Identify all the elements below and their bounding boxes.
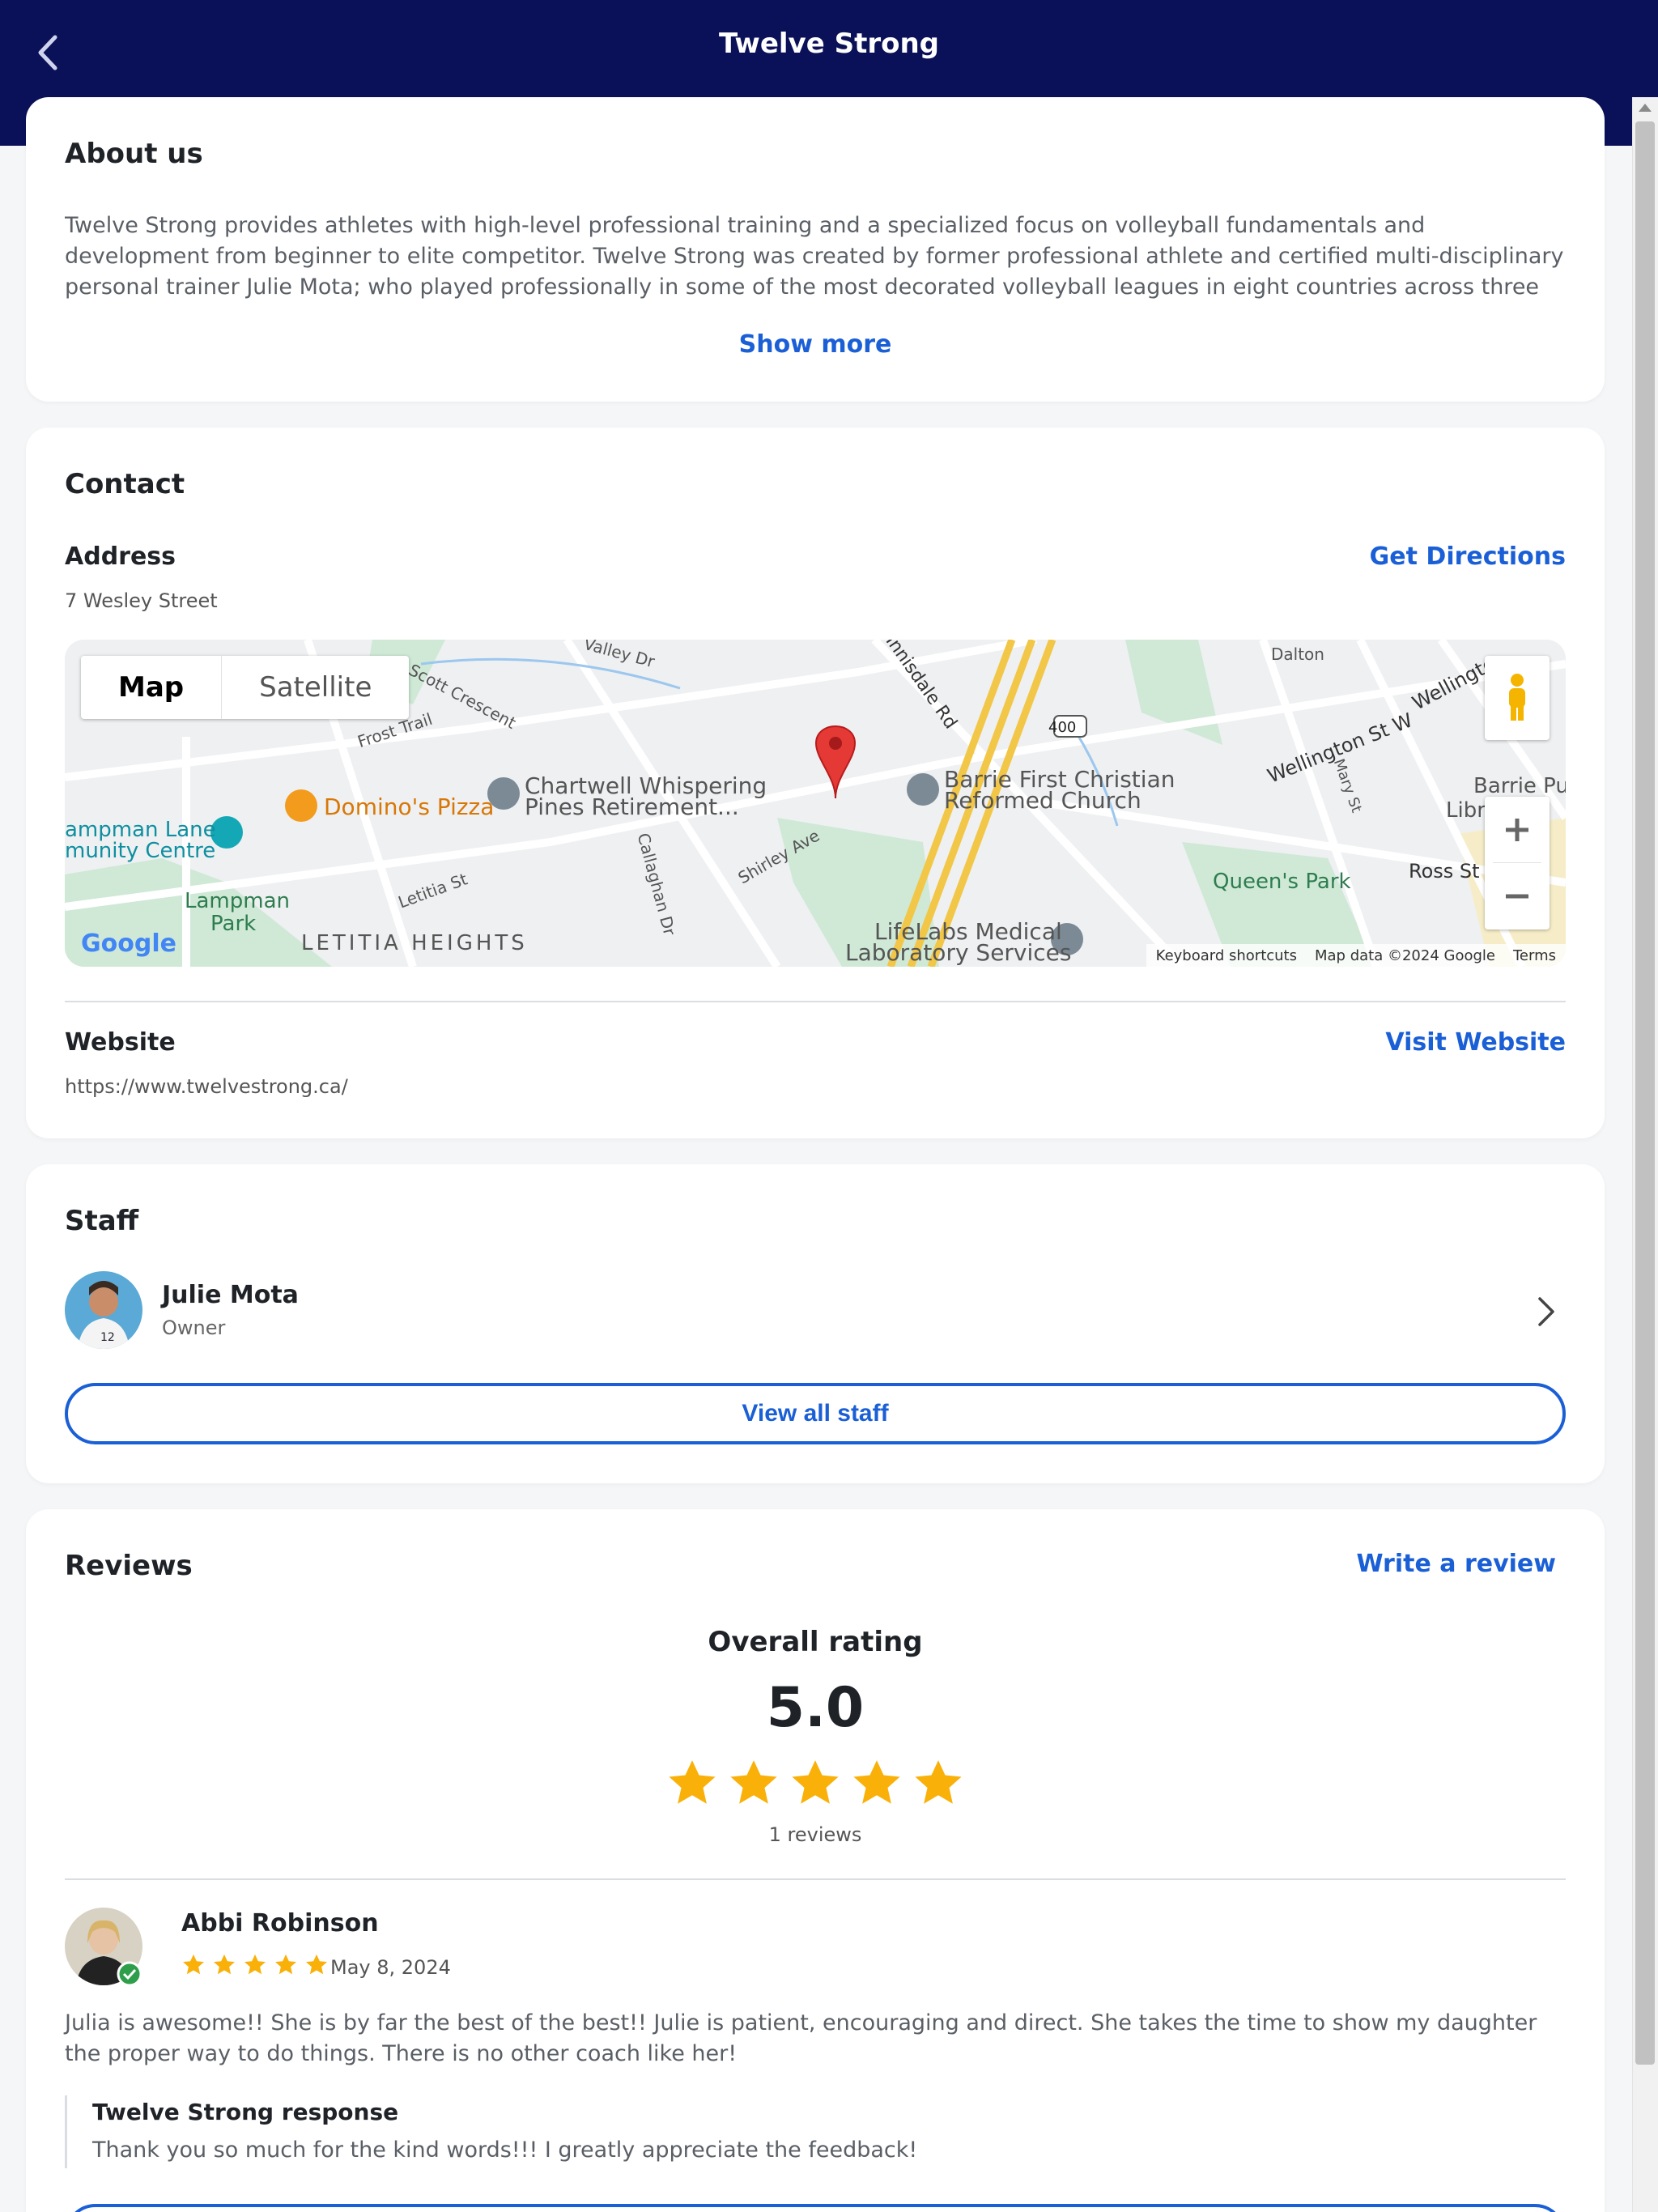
- minus-icon: [1506, 894, 1528, 899]
- street-view-button[interactable]: [1485, 656, 1550, 740]
- map-label-ross: Ross St: [1409, 860, 1480, 883]
- scroll-up-arrow-icon[interactable]: [1639, 104, 1652, 112]
- scrollbar-thumb[interactable]: [1635, 121, 1655, 2065]
- map-data-text: Map data ©2024 Google: [1315, 946, 1495, 964]
- svg-text:12: 12: [100, 1331, 115, 1344]
- map-label-barrie-pub: Barrie Pu: [1473, 774, 1566, 798]
- staff-card: Staff 12 Julie Mota Owner View all staff: [26, 1164, 1605, 1483]
- reviews-more-button[interactable]: [65, 2204, 1566, 2212]
- overall-rating-label: Overall rating: [708, 1626, 923, 1658]
- keyboard-shortcuts-link[interactable]: Keyboard shortcuts: [1156, 947, 1297, 964]
- review-count: 1 reviews: [768, 1823, 862, 1846]
- page-title: Twelve Strong: [718, 28, 940, 60]
- address-label: Address: [65, 542, 176, 571]
- address-value: 7 Wesley Street: [65, 589, 218, 612]
- reviews-title: Reviews: [65, 1550, 193, 1582]
- response-text: Thank you so much for the kind words!!! …: [92, 2138, 918, 2163]
- star-icon: [183, 1954, 204, 1975]
- contact-title: Contact: [65, 468, 185, 500]
- response-title: Twelve Strong response: [92, 2099, 399, 2125]
- star-icon: [306, 1954, 327, 1975]
- map-label-dominos: Domino's Pizza: [324, 793, 495, 820]
- staff-member-row[interactable]: 12 Julie Mota Owner: [65, 1271, 1566, 1352]
- terms-link[interactable]: Terms: [1513, 947, 1556, 964]
- plus-icon: [1506, 818, 1528, 841]
- reviews-divider: [65, 1878, 1566, 1880]
- zoom-out-button[interactable]: [1493, 863, 1541, 929]
- reviews-card: Reviews Write a review Overall rating 5.…: [26, 1509, 1605, 2212]
- map-label-lifelabs-2: Laboratory Services: [845, 939, 1072, 966]
- get-directions-link[interactable]: Get Directions: [1370, 542, 1566, 571]
- write-review-link[interactable]: Write a review: [1356, 1550, 1556, 1578]
- website-label: Website: [65, 1028, 176, 1057]
- staff-role: Owner: [162, 1317, 226, 1339]
- avatar: 12: [65, 1271, 142, 1349]
- contact-divider: [65, 1001, 1566, 1002]
- map-label-dalton: Dalton: [1271, 644, 1324, 664]
- pegman-icon: [1509, 674, 1525, 721]
- map-label-lampman-park: Lampman: [185, 889, 290, 913]
- map-label-lampman-park-2: Park: [210, 912, 257, 936]
- star-icon: [792, 1760, 839, 1804]
- review-text: Julia is awesome!! She is by far the bes…: [65, 2010, 1537, 2066]
- about-card: About us Twelve Strong provides athletes…: [26, 97, 1605, 402]
- star-icon: [853, 1760, 900, 1804]
- show-more-link[interactable]: Show more: [26, 330, 1605, 359]
- map-label-highway: 400: [1048, 719, 1077, 736]
- verified-badge-icon: [117, 1961, 142, 1987]
- view-all-staff-button[interactable]: View all staff: [65, 1383, 1566, 1444]
- chevron-right-icon: [1538, 1297, 1554, 1326]
- zoom-controls: [1485, 797, 1550, 929]
- about-text: Twelve Strong provides athletes with hig…: [65, 213, 1564, 300]
- star-icon: [730, 1760, 777, 1804]
- google-logo: Google: [81, 929, 176, 958]
- reviewer-name: Abbi Robinson: [181, 1909, 379, 1938]
- star-icon: [275, 1954, 296, 1975]
- map-label-community: munity Centre: [65, 839, 216, 863]
- map-label-barrie-first-2: Reformed Church: [944, 787, 1141, 814]
- map-type-satellite-button[interactable]: Satellite: [222, 656, 409, 719]
- about-title: About us: [65, 138, 203, 170]
- star-icon: [214, 1954, 235, 1975]
- overall-star-rating: [26, 1757, 1605, 1810]
- zoom-in-button[interactable]: [1493, 797, 1541, 863]
- star-icon: [915, 1760, 962, 1804]
- map-label-letitia-heights: LETITIA HEIGHTS: [301, 931, 528, 955]
- website-value: https://www.twelvestrong.ca/: [65, 1075, 348, 1098]
- contact-card: Contact Address Get Directions 7 Wesley …: [26, 428, 1605, 1138]
- map-type-map-button[interactable]: Map: [81, 656, 223, 719]
- map-type-toggle: Map Satellite: [81, 656, 410, 719]
- star-icon: [244, 1954, 266, 1975]
- map-label-chartwell-2: Pines Retirement...: [525, 793, 739, 820]
- staff-name: Julie Mota: [162, 1281, 299, 1309]
- map[interactable]: 400 Valley Dr Scott Crescent Frost Trail…: [65, 640, 1566, 967]
- review-star-rating: [181, 1953, 329, 1977]
- response-bar: [65, 2095, 67, 2168]
- map-label-queens-park: Queen's Park: [1213, 870, 1351, 894]
- overall-rating-value: 5.0: [766, 1676, 865, 1740]
- visit-website-link[interactable]: Visit Website: [1385, 1028, 1566, 1057]
- review-date: May 8, 2024: [330, 1956, 451, 1979]
- staff-title: Staff: [65, 1205, 139, 1237]
- map-attribution: Keyboard shortcuts Map data ©2024 Google…: [1146, 944, 1566, 967]
- star-icon: [669, 1760, 716, 1804]
